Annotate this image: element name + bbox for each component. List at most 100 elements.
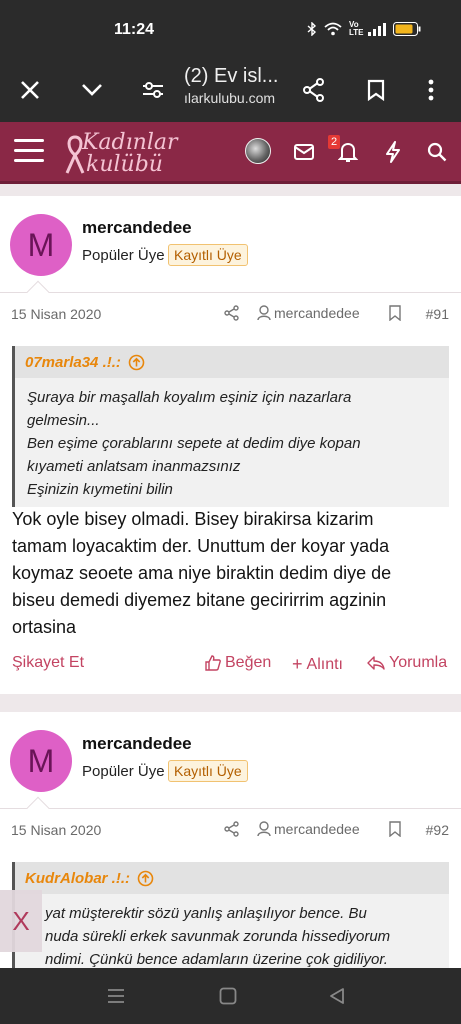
bookmark-button[interactable] bbox=[356, 70, 396, 110]
whats-new-button[interactable] bbox=[377, 136, 409, 168]
bookmark-icon bbox=[389, 305, 401, 322]
share-icon bbox=[303, 78, 324, 102]
post-author-name: mercandedee bbox=[274, 821, 360, 837]
quote-body: yat müşterektir sözü yanlış anlaşılıyor … bbox=[15, 894, 449, 968]
share-icon bbox=[224, 821, 239, 837]
reply-label: Yorumla bbox=[389, 654, 448, 671]
close-icon bbox=[21, 81, 39, 99]
quote-author[interactable]: 07marla34 .!.: bbox=[25, 354, 121, 371]
author-badge: Kayıtlı Üye bbox=[168, 760, 248, 782]
bell-icon bbox=[338, 142, 358, 162]
plus-icon: + bbox=[292, 654, 303, 674]
author-avatar[interactable]: M bbox=[10, 730, 72, 792]
status-time: 11:24 bbox=[114, 21, 155, 38]
post-author-link[interactable]: mercandedee bbox=[257, 821, 360, 837]
share-post-button[interactable] bbox=[224, 821, 240, 842]
more-options-button[interactable] bbox=[411, 70, 451, 110]
lightning-icon bbox=[386, 141, 400, 163]
post-header: M mercandedee Popüler Üye Kayıtlı Üye bbox=[0, 712, 461, 808]
quote-header[interactable]: KudrAlobar .!.: bbox=[15, 862, 449, 894]
menu-button[interactable] bbox=[14, 139, 44, 165]
post-meta: 15 Nisan 2020 mercandedee #92 bbox=[0, 796, 461, 850]
logo-line-2: kulübü bbox=[86, 152, 163, 177]
envelope-icon bbox=[294, 144, 314, 160]
post-body-line: koymaz seoete ama niye biraktin dedim di… bbox=[12, 563, 392, 583]
user-icon bbox=[257, 305, 271, 321]
post-date[interactable]: 15 Nisan 2020 bbox=[11, 306, 101, 322]
post: M mercandedee Popüler Üye Kayıtlı Üye 15… bbox=[0, 712, 461, 968]
bluetooth-icon bbox=[307, 22, 317, 36]
wifi-icon bbox=[324, 22, 342, 36]
recent-apps-button[interactable] bbox=[104, 984, 128, 1008]
quote-block: KudrAlobar .!.: yat müşterektir sözü yan… bbox=[12, 862, 449, 968]
quote-body: Şuraya bir maşallah koyalım eşiniz için … bbox=[15, 378, 449, 507]
quote-label: Alıntı bbox=[306, 655, 343, 673]
post-body-line: biseu demedi diyemez bitane gecirirrim a… bbox=[12, 590, 387, 610]
post-meta: 15 Nisan 2020 mercandedee #91 bbox=[0, 280, 461, 334]
status-icons: Vo LTE bbox=[307, 21, 421, 37]
quote-line: ndimi. Çünkü bence adamların üzerine çok… bbox=[45, 951, 388, 968]
bookmark-post-button[interactable] bbox=[388, 305, 402, 326]
author-avatar[interactable]: M bbox=[10, 214, 72, 276]
page-title: (2) Ev isl... bbox=[184, 65, 279, 87]
notification-badge: 2 bbox=[328, 135, 341, 149]
author-username[interactable]: mercandedee bbox=[82, 734, 192, 754]
quote-line: Şuraya bir maşallah koyalım eşiniz için … bbox=[27, 389, 352, 406]
post-date[interactable]: 15 Nisan 2020 bbox=[11, 822, 101, 838]
author-username[interactable]: mercandedee bbox=[82, 218, 192, 238]
report-button[interactable]: Şikayet Et bbox=[12, 654, 84, 672]
site-logo[interactable]: Kadınlar kulübü bbox=[64, 127, 204, 177]
arrow-up-circle-icon[interactable] bbox=[128, 354, 145, 371]
quote-line: gelmesin... bbox=[27, 412, 100, 429]
menu-icon bbox=[14, 139, 44, 142]
menu-lines-icon bbox=[108, 989, 124, 1003]
floating-close-button[interactable]: X bbox=[0, 890, 42, 952]
author-badge: Kayıtlı Üye bbox=[168, 244, 248, 266]
bookmark-post-button[interactable] bbox=[388, 821, 402, 842]
site-header: Kadınlar kulübü 2 bbox=[0, 122, 461, 184]
logo-line-1: Kadınlar bbox=[82, 130, 178, 155]
battery-icon bbox=[393, 22, 421, 36]
reply-icon bbox=[367, 656, 385, 670]
page-url[interactable]: ılarkulubu.com bbox=[184, 90, 275, 106]
quote-button[interactable]: + Alıntı bbox=[292, 654, 343, 675]
bookmark-icon bbox=[389, 821, 401, 838]
quote-line: kıyameti anlatsam inanmazsınız bbox=[27, 458, 241, 475]
home-button[interactable] bbox=[216, 984, 240, 1008]
arrow-up-circle-icon[interactable] bbox=[137, 870, 154, 887]
back-button[interactable] bbox=[325, 984, 349, 1008]
volte-indicator: Vo LTE bbox=[349, 20, 364, 37]
quote-line: Ben eşime çorablarını sepete at dedim di… bbox=[27, 435, 361, 452]
user-avatar[interactable] bbox=[245, 138, 271, 164]
tune-icon bbox=[143, 82, 163, 98]
like-button[interactable]: Beğen bbox=[205, 654, 271, 672]
post-body: Yok oyle bisey olmadi. Bisey birakirsa k… bbox=[12, 506, 452, 641]
post-author-link[interactable]: mercandedee bbox=[257, 305, 360, 321]
chevron-down-icon bbox=[82, 84, 102, 96]
author-title: Popüler Üye bbox=[82, 247, 165, 264]
quote-header[interactable]: 07marla34 .!.: bbox=[15, 346, 449, 378]
post-body-line: Yok oyle bisey olmadi. Bisey birakirsa k… bbox=[12, 509, 374, 529]
post-number[interactable]: #91 bbox=[426, 306, 449, 322]
share-post-button[interactable] bbox=[224, 305, 240, 326]
site-settings-button[interactable] bbox=[133, 70, 173, 110]
thumbs-up-icon bbox=[205, 655, 221, 671]
search-button[interactable] bbox=[421, 136, 453, 168]
inbox-button[interactable] bbox=[288, 136, 320, 168]
user-icon bbox=[257, 821, 271, 837]
quote-line: Eşinizin kıymetini bilin bbox=[27, 481, 173, 498]
status-bar: 11:24 Vo LTE bbox=[0, 0, 461, 60]
thread-content: M mercandedee Popüler Üye Kayıtlı Üye 15… bbox=[0, 184, 461, 968]
home-square-icon bbox=[219, 987, 237, 1005]
minimize-button[interactable] bbox=[72, 70, 112, 110]
post-author-name: mercandedee bbox=[274, 305, 360, 321]
quote-author[interactable]: KudrAlobar .!.: bbox=[25, 870, 130, 887]
author-title: Popüler Üye bbox=[82, 763, 165, 780]
post-number[interactable]: #92 bbox=[426, 822, 449, 838]
reply-button[interactable]: Yorumla bbox=[367, 654, 447, 672]
post-actions: Şikayet Et Beğen + Alıntı Yorumla bbox=[0, 654, 461, 682]
post-header: M mercandedee Popüler Üye Kayıtlı Üye bbox=[0, 196, 461, 292]
system-nav-bar bbox=[0, 968, 461, 1024]
share-button[interactable] bbox=[294, 70, 334, 110]
close-tab-button[interactable] bbox=[10, 70, 50, 110]
